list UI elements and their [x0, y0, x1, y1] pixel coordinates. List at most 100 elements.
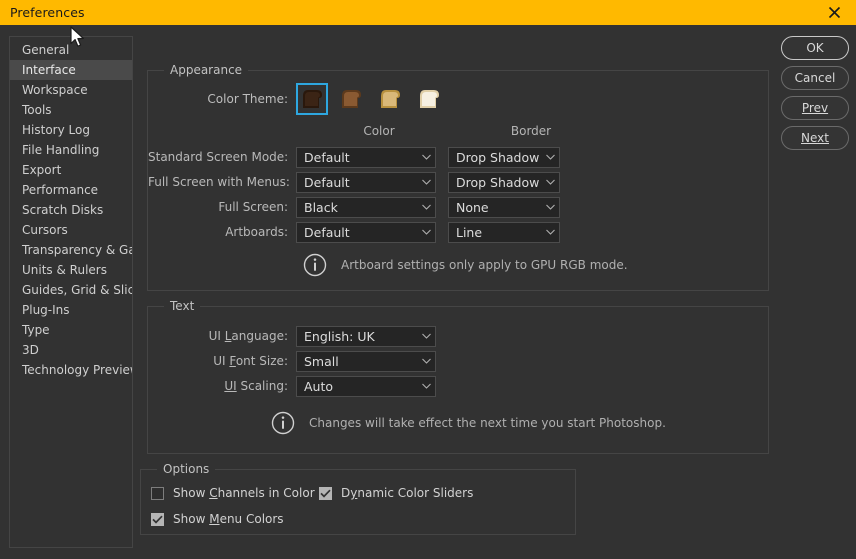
column-headers: Color Border [148, 124, 768, 140]
chevron-down-icon [417, 333, 435, 339]
show-menu-colors-label: Show Menu Colors [173, 512, 284, 526]
info-icon [303, 253, 327, 277]
show-channels-label-accel: C [209, 486, 218, 500]
ui-language-label-post: anguage: [231, 329, 288, 343]
bread-slice-icon [338, 86, 364, 112]
show-menu-label-pre: Show [173, 512, 210, 526]
color-theme-swatch-darkest[interactable] [296, 83, 328, 115]
color-theme-row: Color Theme: [148, 83, 768, 115]
column-header-color: Color [363, 124, 395, 138]
text-panel: Text UI Language: English: UK UI Font Si… [147, 299, 769, 454]
sidebar-item-technology-previews[interactable]: Technology Previews [10, 360, 132, 380]
ui-scaling-row: UI Scaling: Auto [148, 375, 768, 397]
dynamic-color-sliders-checkbox[interactable] [319, 486, 332, 500]
dynamic-color-sliders-label: Dynamic Color Sliders [341, 486, 473, 500]
appearance-legend: Appearance [164, 63, 249, 77]
standard-screen-mode-color-select[interactable]: Default [296, 146, 436, 168]
sidebar-item-cursors[interactable]: Cursors [10, 220, 132, 240]
standard-screen-mode-label: Standard Screen Mode: [148, 150, 289, 164]
bread-slice-icon [416, 86, 442, 112]
restart-note: Changes will take effect the next time y… [271, 411, 666, 435]
ui-font-size-select[interactable]: Small [296, 350, 436, 372]
full-screen-border-select[interactable]: None [448, 196, 560, 218]
sidebar-item-history-log[interactable]: History Log [10, 120, 132, 140]
ui-language-select[interactable]: English: UK [296, 325, 436, 347]
sidebar-item-units-rulers[interactable]: Units & Rulers [10, 260, 132, 280]
next-button[interactable]: Next [781, 126, 849, 150]
sidebar-item-guides-grid-slices[interactable]: Guides, Grid & Slices [10, 280, 132, 300]
show-channels-label-pre: Show [173, 486, 210, 500]
sidebar-item-3d[interactable]: 3D [10, 340, 132, 360]
standard-screen-mode-row: Standard Screen Mode: Default Drop Shado… [148, 146, 768, 168]
ok-button[interactable]: OK [781, 36, 849, 60]
chevron-down-icon [417, 383, 435, 389]
full-screen-label: Full Screen: [218, 200, 288, 214]
full-screen-with-menus-label: Full Screen with Menus: [148, 175, 290, 189]
ui-scaling-value: Auto [304, 378, 334, 394]
info-icon [271, 411, 295, 435]
dynamic-color-sliders-checkbox-row[interactable]: Dynamic Color Sliders [319, 486, 473, 500]
sidebar-item-workspace[interactable]: Workspace [10, 80, 132, 100]
chevron-down-icon [541, 204, 559, 210]
chevron-down-icon [541, 179, 559, 185]
artboard-note: Artboard settings only apply to GPU RGB … [303, 253, 628, 277]
artboards-border-select[interactable]: Line [448, 221, 560, 243]
ui-font-size-row: UI Font Size: Small [148, 350, 768, 372]
cancel-button[interactable]: Cancel [781, 66, 849, 90]
chevron-down-icon [417, 358, 435, 364]
show-menu-colors-checkbox-row[interactable]: Show Menu Colors [151, 512, 284, 526]
ui-scaling-label-accel: UI [224, 379, 237, 393]
chevron-down-icon [541, 154, 559, 160]
color-theme-label: Color Theme: [207, 92, 288, 106]
dialog-body: General Interface Workspace Tools Histor… [0, 25, 856, 559]
ui-language-label-pre: UI [208, 329, 225, 343]
color-theme-swatches [296, 83, 445, 115]
show-channels-in-color-label: Show Channels in Color [173, 486, 315, 500]
close-button[interactable] [812, 0, 856, 25]
sidebar-item-general[interactable]: General [10, 40, 132, 60]
sidebar-item-file-handling[interactable]: File Handling [10, 140, 132, 160]
sidebar-item-type[interactable]: Type [10, 320, 132, 340]
ui-scaling-select[interactable]: Auto [296, 375, 436, 397]
show-channels-in-color-checkbox[interactable] [151, 486, 164, 500]
close-icon [828, 6, 841, 19]
prev-button[interactable]: Prev [781, 96, 849, 120]
color-theme-swatch-dark[interactable] [335, 83, 367, 115]
sidebar-item-transparency-gamut[interactable]: Transparency & Gamut [10, 240, 132, 260]
full-screen-with-menus-row: Full Screen with Menus: Default Drop Sha… [148, 171, 768, 193]
full-screen-row: Full Screen: Black None [148, 196, 768, 218]
sidebar-item-scratch-disks[interactable]: Scratch Disks [10, 200, 132, 220]
standard-screen-mode-border-select[interactable]: Drop Shadow [448, 146, 560, 168]
sidebar-item-tools[interactable]: Tools [10, 100, 132, 120]
sidebar-item-performance[interactable]: Performance [10, 180, 132, 200]
full-screen-with-menus-color-value: Default [304, 174, 350, 190]
artboards-label: Artboards: [225, 225, 288, 239]
full-screen-color-value: Black [304, 199, 338, 215]
ui-scaling-label-post: Scaling: [236, 379, 288, 393]
show-channels-in-color-checkbox-row[interactable]: Show Channels in Color [151, 486, 315, 500]
ui-font-size-label-post: ont Size: [235, 354, 288, 368]
ui-language-row: UI Language: English: UK [148, 325, 768, 347]
full-screen-with-menus-color-select[interactable]: Default [296, 171, 436, 193]
bread-slice-icon [299, 86, 325, 112]
show-menu-label-accel: M [209, 512, 220, 526]
prev-button-label: Prev [801, 101, 829, 115]
artboards-color-select[interactable]: Default [296, 221, 436, 243]
sidebar-item-plug-ins[interactable]: Plug-Ins [10, 300, 132, 320]
appearance-panel: Appearance Color Theme: Color Border Sta… [147, 63, 769, 291]
sidebar-item-export[interactable]: Export [10, 160, 132, 180]
color-theme-swatch-light[interactable] [374, 83, 406, 115]
standard-screen-mode-color-value: Default [304, 149, 350, 165]
artboard-note-text: Artboard settings only apply to GPU RGB … [341, 258, 628, 272]
full-screen-color-select[interactable]: Black [296, 196, 436, 218]
options-legend: Options [157, 462, 216, 476]
text-legend: Text [164, 299, 201, 313]
chevron-down-icon [417, 204, 435, 210]
category-sidebar[interactable]: General Interface Workspace Tools Histor… [9, 36, 133, 548]
show-menu-colors-checkbox[interactable] [151, 512, 164, 526]
title-bar: Preferences [0, 0, 856, 25]
standard-screen-mode-border-value: Drop Shadow [456, 149, 540, 165]
color-theme-swatch-lightest[interactable] [413, 83, 445, 115]
sidebar-item-interface[interactable]: Interface [10, 60, 132, 80]
full-screen-with-menus-border-select[interactable]: Drop Shadow [448, 171, 560, 193]
